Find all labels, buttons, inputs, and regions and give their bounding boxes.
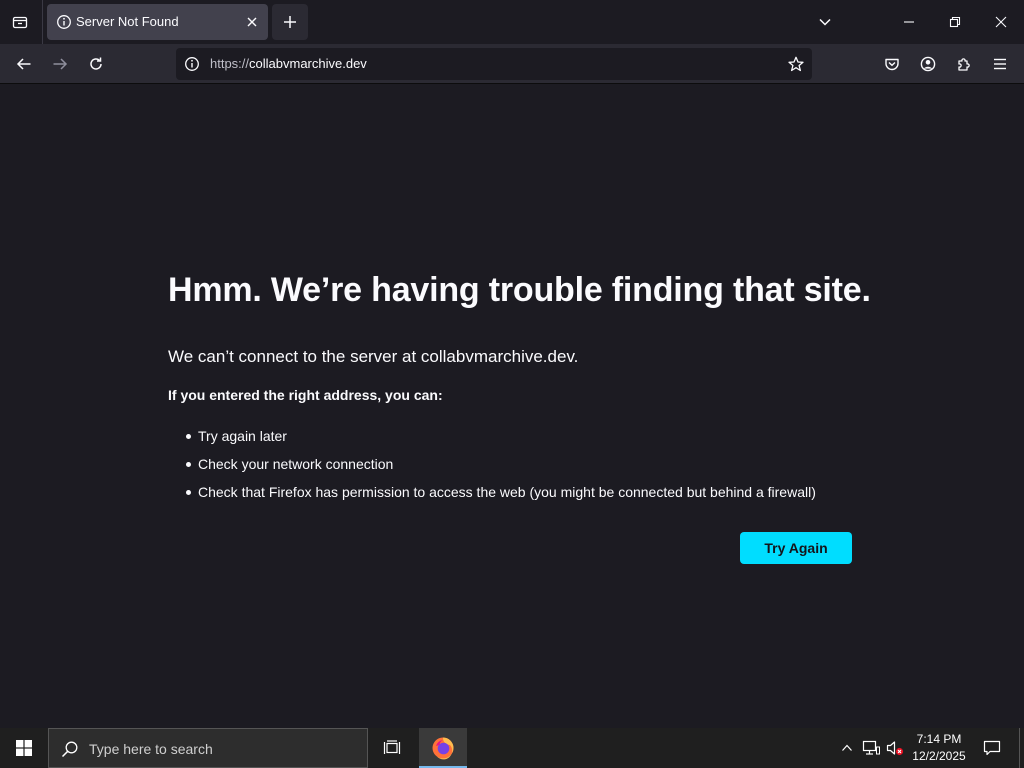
account-icon <box>920 56 936 72</box>
clock-date: 12/2/2025 <box>912 749 966 763</box>
network-icon <box>862 740 880 755</box>
list-item: Check that Firefox has permission to acc… <box>184 478 816 506</box>
task-view-button[interactable] <box>372 728 412 768</box>
task-view-icon <box>383 740 401 754</box>
show-desktop-button[interactable] <box>1019 728 1024 768</box>
account-button[interactable] <box>912 48 944 80</box>
search-placeholder: Type here to search <box>89 741 213 757</box>
pocket-button[interactable] <box>876 48 908 80</box>
taskbar: Type here to search 7:14 PM 12/2/2025 <box>0 728 1024 768</box>
tab-server-not-found[interactable]: Server Not Found <box>47 4 268 40</box>
tab-close-button[interactable] <box>242 12 262 32</box>
forward-arrow-icon <box>53 58 68 70</box>
minimize-icon <box>904 21 914 23</box>
plus-icon <box>284 16 296 28</box>
pocket-icon <box>885 58 899 71</box>
windows-logo-icon <box>16 740 32 756</box>
taskbar-firefox-button[interactable] <box>419 728 467 768</box>
notification-icon <box>983 740 1001 756</box>
error-title: Hmm. We’re having trouble finding that s… <box>168 271 871 309</box>
close-window-button[interactable] <box>978 0 1024 44</box>
screen: Server Not Found https://collabvmarchive… <box>0 0 1024 768</box>
volume-button[interactable] <box>884 728 906 768</box>
url-text[interactable]: https://collabvmarchive.dev <box>210 56 367 71</box>
list-item: Check your network connection <box>184 450 816 478</box>
url-bar[interactable]: https://collabvmarchive.dev <box>176 48 812 80</box>
tab-title: Server Not Found <box>76 14 179 29</box>
application-menu-button[interactable] <box>984 48 1016 80</box>
bookmark-button[interactable] <box>786 54 806 74</box>
firefox-icon <box>432 737 454 760</box>
close-window-icon <box>995 16 1007 28</box>
try-again-button[interactable]: Try Again <box>740 532 852 564</box>
show-hidden-icons-button[interactable] <box>836 728 858 768</box>
reload-button[interactable] <box>80 48 112 80</box>
close-icon <box>247 17 257 27</box>
site-info-icon[interactable] <box>184 56 200 72</box>
back-arrow-icon <box>16 58 31 70</box>
error-page: Hmm. We’re having trouble finding that s… <box>0 85 1024 728</box>
error-subheading: If you entered the right address, you ca… <box>168 387 443 403</box>
suggestion-list: Try again later Check your network conne… <box>184 422 816 506</box>
tab-strip-separator <box>42 0 43 44</box>
start-button[interactable] <box>0 728 48 768</box>
back-button[interactable] <box>8 48 40 80</box>
url-host: collabvmarchive.dev <box>249 56 367 71</box>
navigation-toolbar: https://collabvmarchive.dev <box>0 44 1024 84</box>
taskbar-clock[interactable]: 7:14 PM 12/2/2025 <box>908 731 970 765</box>
reload-icon <box>90 57 102 70</box>
search-icon <box>61 741 78 758</box>
tab-list-icon <box>12 16 28 29</box>
error-description: We can’t connect to the server at collab… <box>168 347 579 366</box>
hamburger-menu-icon <box>994 58 1006 70</box>
restore-button[interactable] <box>932 0 978 44</box>
volume-muted-icon <box>886 741 904 756</box>
network-button[interactable] <box>860 728 882 768</box>
chevron-down-icon <box>819 18 831 26</box>
tab-list-button[interactable] <box>6 8 34 36</box>
list-item: Try again later <box>184 422 816 450</box>
url-scheme: https:// <box>210 56 250 71</box>
taskbar-search-box[interactable]: Type here to search <box>48 728 368 768</box>
clock-time: 7:14 PM <box>916 732 962 746</box>
action-center-button[interactable] <box>976 728 1008 768</box>
minimize-button[interactable] <box>886 0 932 44</box>
info-icon <box>57 15 71 29</box>
new-tab-button[interactable] <box>272 4 308 40</box>
puzzle-icon <box>958 58 970 71</box>
forward-button[interactable] <box>44 48 76 80</box>
restore-icon <box>949 16 961 28</box>
tab-strip: Server Not Found <box>0 0 1024 44</box>
star-icon <box>788 56 804 72</box>
chevron-up-icon <box>842 744 852 751</box>
list-all-tabs-button[interactable] <box>802 0 848 44</box>
extensions-button[interactable] <box>948 48 980 80</box>
